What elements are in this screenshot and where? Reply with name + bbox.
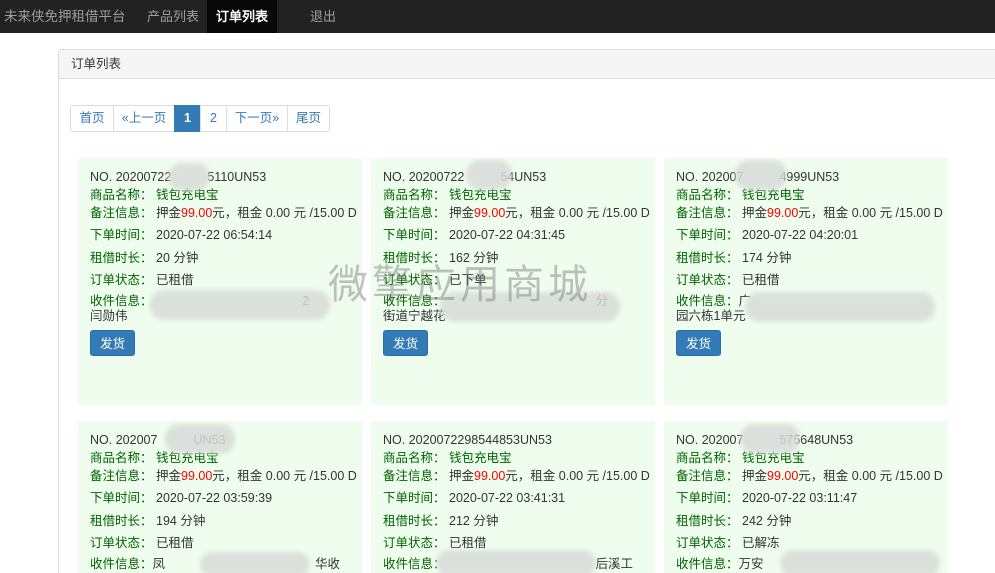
privacy-blur [168,163,210,191]
panel-title: 订单列表 [59,50,995,79]
page-first-button[interactable]: 首页 [70,105,114,132]
nav-order-list[interactable]: 订单列表 [207,0,277,33]
note-row: 备注信息： 押金99.00元，租金 0.00 元 /15.00 D [90,469,357,483]
rental-duration-row: 租借时长： 20 分钟 [90,250,199,265]
ship-button[interactable]: 发货 [383,329,429,356]
privacy-blur [200,552,310,573]
order-card: NO. 202007 4999UN53 商品名称： 钱包充电宝 备注信息： 押金9… [664,158,948,405]
note-row: 备注信息： 押金99.00元，租金 0.00 元 /15.00 D [676,206,943,220]
order-card: NO. 20200722 5110UN53 商品名称： 钱包充电宝 备注信息： 押… [78,158,362,405]
page-1-button[interactable]: 1 [174,105,201,132]
note-row: 备注信息： 押金99.00元，租金 0.00 元 /15.00 D [676,469,943,483]
product-name-row: 商品名称： 钱包充电宝 [383,188,512,202]
note-row: 备注信息： 押金99.00元，租金 0.00 元 /15.00 D [383,469,650,483]
product-name-row: 商品名称： 钱包充电宝 [90,188,219,202]
privacy-blur [466,160,512,190]
ship-button[interactable]: 发货 [90,329,136,356]
product-name-row: 商品名称： 钱包充电宝 [676,188,805,202]
privacy-blur [150,290,330,320]
page-next-button[interactable]: 下一页» [226,105,288,132]
privacy-blur [745,292,935,322]
order-time-row: 下单时间： 2020-07-22 04:20:01 [676,228,859,242]
top-navbar: 未来侠免押租借平台 产品列表 订单列表 退出 [0,0,995,33]
nav-product-list[interactable]: 产品列表 [136,0,210,33]
privacy-blur [740,424,800,454]
note-row: 备注信息： 押金99.00元，租金 0.00 元 /15.00 D [383,206,650,220]
order-time-row: 下单时间： 2020-07-22 04:31:45 [383,228,566,242]
watermark-text: 微擎应用商城 [328,262,592,308]
rental-duration-row: 租借时长： 212 分钟 [383,513,499,528]
nav-logout[interactable]: 退出 [299,0,347,33]
rental-duration-row: 租借时长： 242 分钟 [676,513,792,528]
order-time-row: 下单时间： 2020-07-22 03:11:47 [676,491,858,505]
order-time-row: 下单时间： 2020-07-22 03:59:39 [90,491,273,505]
ship-button[interactable]: 发货 [676,329,722,356]
order-time-row: 下单时间： 2020-07-22 06:54:14 [90,228,273,242]
privacy-blur [780,550,940,573]
product-name-row: 商品名称： 钱包充电宝 [676,451,805,465]
order-number: NO. 20200722 5110UN53 [90,170,267,184]
privacy-blur [735,160,787,190]
note-row: 备注信息： 押金99.00元，租金 0.00 元 /15.00 D [90,206,357,220]
brand-title[interactable]: 未来侠免押租借平台 [4,0,126,33]
order-number: NO. 2020072298544853UN53 [383,433,552,447]
page-last-button[interactable]: 尾页 [287,105,330,132]
privacy-blur [165,424,235,454]
rental-duration-row: 租借时长： 194 分钟 [90,513,206,528]
product-name-row: 商品名称： 钱包充电宝 [383,451,512,465]
pagination: 首页 «上一页 1 2 下一页» 尾页 [70,105,330,132]
order-time-row: 下单时间： 2020-07-22 03:41:31 [383,491,566,505]
order-number: NO. 202007 4999UN53 [676,170,840,184]
page-2-button[interactable]: 2 [200,105,227,132]
order-status-row: 订单状态： 已租借 [676,273,780,287]
order-number: NO. 20200722 54UN53 [383,170,547,184]
rental-duration-row: 租借时长： 174 分钟 [676,250,792,265]
order-number: NO. 202007 575648UN53 [676,433,854,447]
privacy-blur [436,550,596,573]
page-prev-button[interactable]: «上一页 [113,105,175,132]
